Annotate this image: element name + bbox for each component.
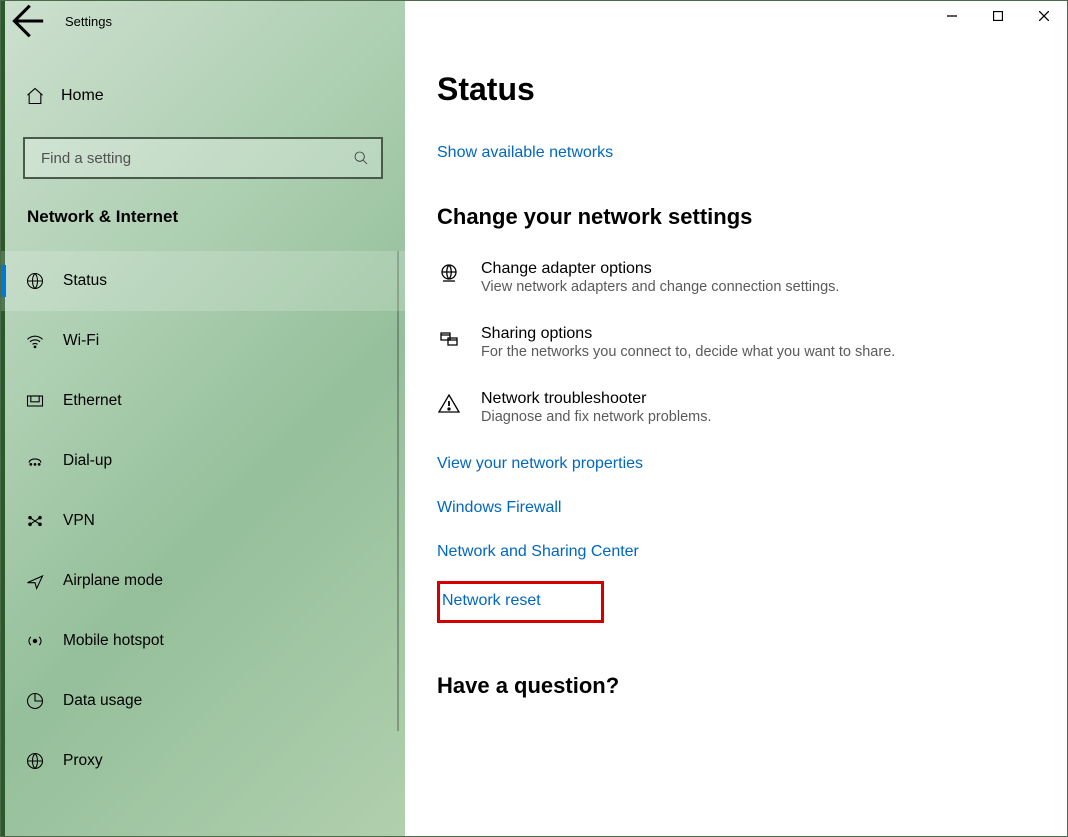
option-troubleshooter[interactable]: Network troubleshooter Diagnose and fix … xyxy=(437,390,1037,425)
option-desc: For the networks you connect to, decide … xyxy=(481,344,895,360)
window-controls xyxy=(929,1,1067,31)
sidebar-item-wifi[interactable]: Wi-Fi xyxy=(1,311,405,371)
change-settings-heading: Change your network settings xyxy=(437,204,1037,230)
sidebar-item-label: Proxy xyxy=(63,752,103,770)
sidebar: Home Network & Internet Statu xyxy=(1,41,405,836)
link-network-reset[interactable]: Network reset xyxy=(442,592,541,610)
have-question-heading: Have a question? xyxy=(437,673,1037,699)
globe-icon xyxy=(25,271,63,291)
sidebar-item-status[interactable]: Status xyxy=(1,251,405,311)
warning-icon xyxy=(437,390,481,425)
main-content: Status Show available networks Change yo… xyxy=(405,41,1067,836)
option-adapter[interactable]: Change adapter options View network adap… xyxy=(437,260,1037,295)
back-button[interactable] xyxy=(1,1,47,41)
maximize-button[interactable] xyxy=(975,1,1021,31)
sidebar-item-label: Airplane mode xyxy=(63,572,163,590)
link-network-sharing-center[interactable]: Network and Sharing Center xyxy=(437,543,1037,561)
option-title: Change adapter options xyxy=(481,260,839,278)
search-field[interactable] xyxy=(23,137,383,179)
option-desc: Diagnose and fix network problems. xyxy=(481,409,712,425)
adapter-icon xyxy=(437,260,481,295)
search-input[interactable] xyxy=(39,149,351,168)
sidebar-item-label: VPN xyxy=(63,512,95,530)
sidebar-item-datausage[interactable]: Data usage xyxy=(1,671,405,731)
window-title: Settings xyxy=(65,14,112,29)
option-desc: View network adapters and change connect… xyxy=(481,279,839,295)
option-title: Sharing options xyxy=(481,325,895,343)
sidebar-item-label: Wi-Fi xyxy=(63,332,99,350)
ethernet-icon xyxy=(25,391,63,411)
sidebar-item-airplane[interactable]: Airplane mode xyxy=(1,551,405,611)
dialup-icon xyxy=(25,451,63,471)
link-list: View your network properties Windows Fir… xyxy=(437,455,1037,623)
titlebar: Settings xyxy=(1,1,1067,41)
wifi-icon xyxy=(25,331,63,351)
airplane-icon xyxy=(25,571,63,591)
hotspot-icon xyxy=(25,631,63,651)
home-icon xyxy=(25,86,61,106)
sidebar-item-label: Dial-up xyxy=(63,452,112,470)
sidebar-item-label: Status xyxy=(63,272,107,290)
sidebar-item-hotspot[interactable]: Mobile hotspot xyxy=(1,611,405,671)
sharing-icon xyxy=(437,325,481,360)
link-network-properties[interactable]: View your network properties xyxy=(437,455,1037,473)
option-title: Network troubleshooter xyxy=(481,390,712,408)
proxy-icon xyxy=(25,751,63,771)
sidebar-item-label: Ethernet xyxy=(63,392,122,410)
sidebar-item-ethernet[interactable]: Ethernet xyxy=(1,371,405,431)
sidebar-item-label: Mobile hotspot xyxy=(63,632,164,650)
show-networks-link[interactable]: Show available networks xyxy=(437,144,1037,162)
option-sharing[interactable]: Sharing options For the networks you con… xyxy=(437,325,1037,360)
data-icon xyxy=(25,691,63,711)
sidebar-item-label: Data usage xyxy=(63,692,142,710)
link-windows-firewall[interactable]: Windows Firewall xyxy=(437,499,1037,517)
sidebar-item-dialup[interactable]: Dial-up xyxy=(1,431,405,491)
page-title: Status xyxy=(437,71,1037,108)
nav-list: Status Wi-Fi Ethernet Dial-up xyxy=(1,251,405,791)
search-icon xyxy=(351,150,371,166)
vpn-icon xyxy=(25,511,63,531)
home-label: Home xyxy=(61,87,104,105)
settings-window: Settings Home xyxy=(0,0,1068,837)
sidebar-item-proxy[interactable]: Proxy xyxy=(1,731,405,791)
category-heading: Network & Internet xyxy=(1,179,405,237)
minimize-button[interactable] xyxy=(929,1,975,31)
close-button[interactable] xyxy=(1021,1,1067,31)
sidebar-item-vpn[interactable]: VPN xyxy=(1,491,405,551)
highlight-box: Network reset xyxy=(437,581,604,623)
home-nav[interactable]: Home xyxy=(1,69,405,123)
